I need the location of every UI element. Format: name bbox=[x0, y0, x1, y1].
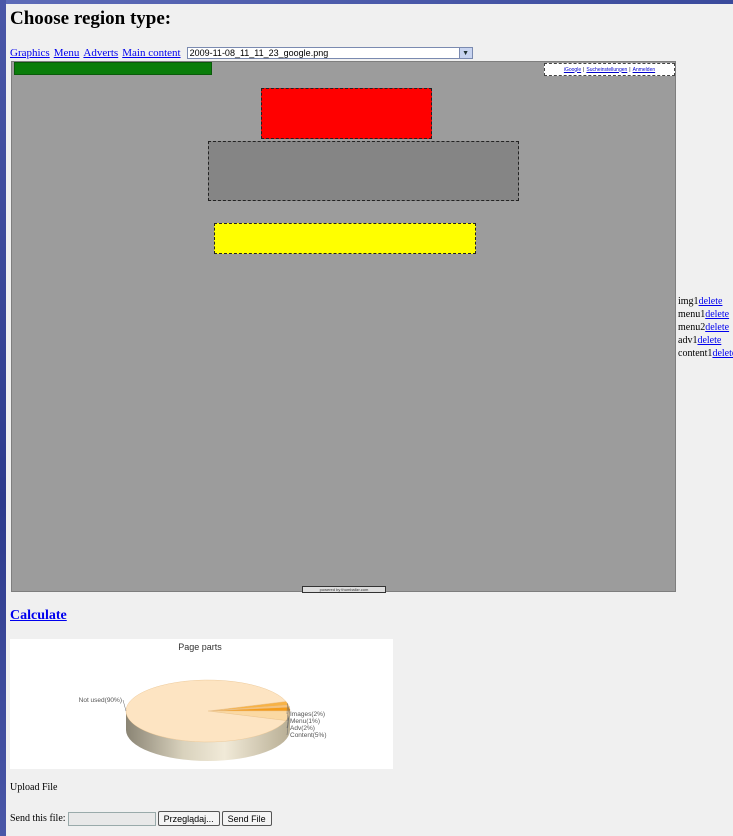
top-link-igoogle: iGoogle bbox=[563, 66, 582, 73]
slice-label-not-used: Not used(90%) bbox=[79, 697, 122, 704]
chart-title: Page parts bbox=[178, 642, 222, 652]
chevron-down-icon[interactable]: ▼ bbox=[458, 48, 472, 58]
type-link-adverts[interactable]: Adverts bbox=[83, 47, 118, 59]
delete-link[interactable]: delete bbox=[697, 335, 721, 346]
region-entry: adv1delete bbox=[678, 334, 733, 347]
region-name: content1 bbox=[678, 348, 713, 359]
delete-link[interactable]: delete bbox=[699, 296, 723, 307]
slice-label-images: Images(2%) bbox=[290, 711, 325, 718]
region-yellow[interactable] bbox=[214, 223, 476, 254]
region-green[interactable] bbox=[14, 62, 212, 75]
file-select[interactable]: 2009-11-08_11_11_23_google.png ▼ bbox=[186, 47, 473, 59]
send-file-button[interactable]: Send File bbox=[221, 811, 272, 826]
region-gray[interactable] bbox=[208, 141, 519, 201]
region-top-links[interactable]: iGoogle | Sucheinstellungen | Anmelden bbox=[544, 63, 675, 76]
region-entry: menu2delete bbox=[678, 321, 733, 334]
file-path-input[interactable] bbox=[67, 811, 156, 826]
top-link-separator: | bbox=[629, 66, 631, 73]
type-link-menu[interactable]: Menu bbox=[54, 47, 80, 59]
type-link-main-content[interactable]: Main content bbox=[122, 47, 180, 59]
browse-button[interactable]: Przeglądaj... bbox=[157, 811, 220, 826]
top-link-login: Anmelden bbox=[632, 66, 656, 73]
region-red[interactable] bbox=[261, 88, 432, 139]
powered-by-label: powered by thumbalizr.com bbox=[302, 586, 386, 593]
top-link-separator: | bbox=[583, 66, 585, 73]
region-name: menu2 bbox=[678, 322, 706, 333]
upload-title: Upload File bbox=[10, 782, 58, 793]
regions-list: img1delete menu1delete menu2delete adv1d… bbox=[678, 295, 733, 360]
slice-label-content: Content(5%) bbox=[290, 732, 327, 739]
region-entry: menu1delete bbox=[678, 308, 733, 321]
top-band bbox=[0, 0, 733, 4]
delete-link[interactable]: delete bbox=[705, 322, 729, 333]
slice-label-menu: Menu(1%) bbox=[290, 718, 320, 725]
region-entry: img1delete bbox=[678, 295, 733, 308]
label-leader-not-used bbox=[122, 699, 127, 712]
type-link-graphics[interactable]: Graphics bbox=[10, 47, 50, 59]
delete-link[interactable]: delete bbox=[705, 309, 729, 320]
left-edge bbox=[0, 0, 6, 836]
calculate-link[interactable]: Calculate bbox=[10, 608, 67, 624]
page-title: Choose region type: bbox=[10, 8, 172, 29]
pie-chart-svg: Page parts Not used(90%) Images(2%)Menu(1%… bbox=[79, 642, 327, 761]
region-entry: content1delete bbox=[678, 347, 733, 360]
slice-label-adv: Adv(2%) bbox=[290, 725, 315, 732]
region-name: adv1 bbox=[678, 335, 698, 346]
upload-row: Send this file: Przeglądaj... Send File bbox=[10, 811, 272, 826]
delete-link[interactable]: delete bbox=[712, 348, 733, 359]
region-name: img1 bbox=[678, 296, 699, 307]
send-file-label: Send this file: bbox=[10, 813, 66, 824]
region-type-toolbar: Graphics Menu Adverts Main content 2009-… bbox=[10, 46, 473, 60]
page-parts-chart: Page parts Not used(90%) Images(2%) Menu(1%… bbox=[10, 639, 393, 769]
region-name: menu1 bbox=[678, 309, 706, 320]
top-link-settings: Sucheinstellungen bbox=[586, 66, 628, 73]
file-select-value: 2009-11-08_11_11_23_google.png bbox=[189, 48, 329, 58]
screenshot-canvas[interactable]: iGoogle | Sucheinstellungen | Anmelden p… bbox=[11, 61, 676, 593]
